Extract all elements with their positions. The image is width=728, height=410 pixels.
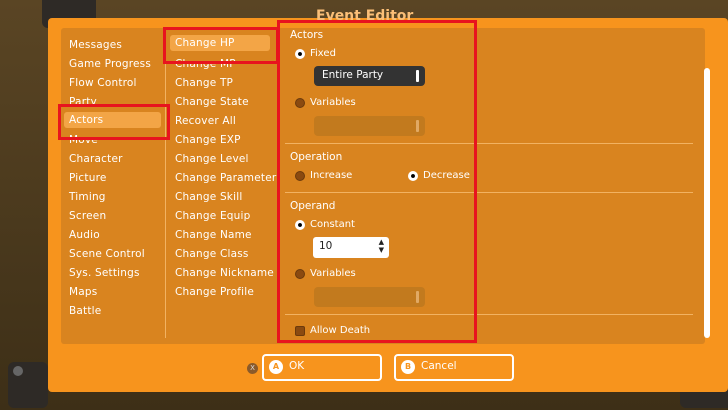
menu-item-flow-control[interactable]: Flow Control <box>69 77 137 89</box>
menu-item-change-class[interactable]: Change Class <box>175 248 249 260</box>
menu-item-maps[interactable]: Maps <box>69 286 97 298</box>
a-button-icon: A <box>269 360 283 374</box>
menu-item-scene-control[interactable]: Scene Control <box>69 248 145 260</box>
cancel-button[interactable]: B Cancel <box>394 354 514 381</box>
event-editor-dialog: Event Editor Messages Game Progress Flow… <box>48 8 728 392</box>
ok-button[interactable]: A OK <box>262 354 382 381</box>
menu-item-battle[interactable]: Battle <box>69 305 101 317</box>
menu-item-change-exp[interactable]: Change EXP <box>175 134 241 146</box>
highlight-box-actors <box>58 104 170 140</box>
menu-item-audio[interactable]: Audio <box>69 229 100 241</box>
menu-item-change-equip[interactable]: Change Equip <box>175 210 250 222</box>
menu-item-change-state[interactable]: Change State <box>175 96 249 108</box>
ok-label: OK <box>289 360 305 372</box>
menu-item-change-level[interactable]: Change Level <box>175 153 249 165</box>
menu-item-recover-all[interactable]: Recover All <box>175 115 236 127</box>
menu-item-change-skill[interactable]: Change Skill <box>175 191 242 203</box>
menu-item-change-parameter[interactable]: Change Parameter <box>175 172 276 184</box>
column-divider <box>165 38 166 338</box>
highlight-box-change-hp <box>163 27 279 64</box>
menu-item-change-nickname[interactable]: Change Nickname <box>175 267 274 279</box>
menu-item-timing[interactable]: Timing <box>69 191 106 203</box>
menu-item-picture[interactable]: Picture <box>69 172 107 184</box>
menu-item-screen[interactable]: Screen <box>69 210 106 222</box>
menu-item-messages[interactable]: Messages <box>69 39 122 51</box>
menu-item-game-progress[interactable]: Game Progress <box>69 58 151 70</box>
highlight-box-settings <box>277 20 477 343</box>
minus-icon <box>13 366 23 376</box>
scrollbar[interactable] <box>704 68 710 338</box>
b-button-icon: B <box>401 360 415 374</box>
menu-item-change-name[interactable]: Change Name <box>175 229 252 241</box>
menu-item-sys-settings[interactable]: Sys. Settings <box>69 267 140 279</box>
menu-item-change-tp[interactable]: Change TP <box>175 77 233 89</box>
x-button-icon: X <box>247 363 258 374</box>
menu-item-change-profile[interactable]: Change Profile <box>175 286 254 298</box>
menu-item-character[interactable]: Character <box>69 153 123 165</box>
cancel-label: Cancel <box>421 360 457 372</box>
